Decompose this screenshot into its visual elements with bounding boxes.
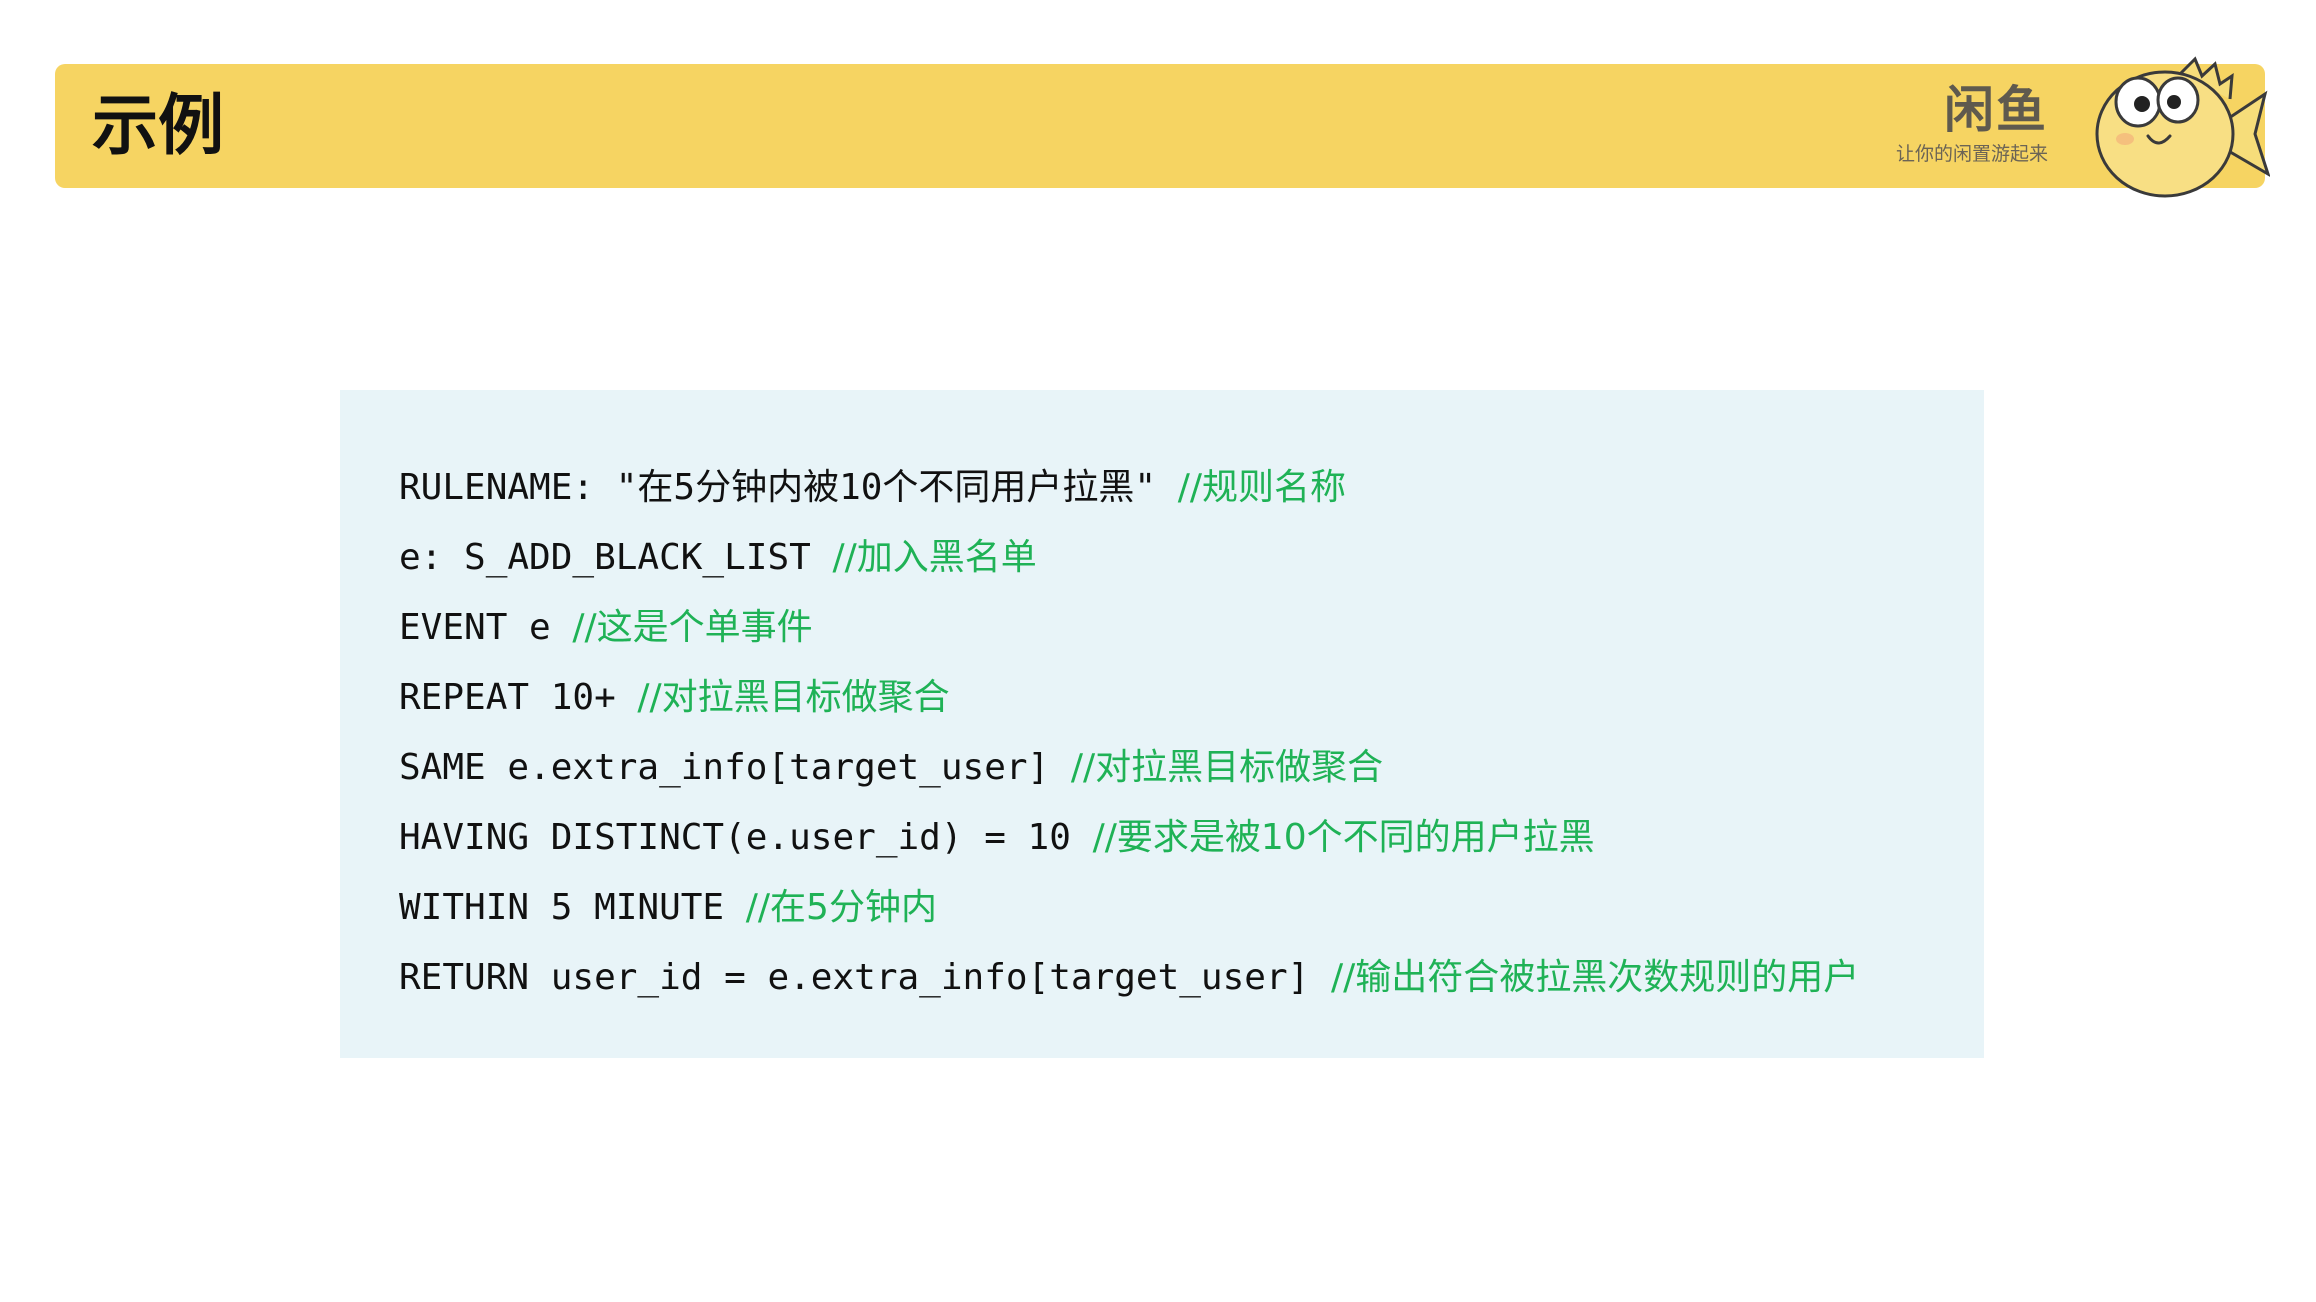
code-lines: RULENAME: "在5分钟内被10个不同用户拉黑" //规则名称 e: S_… — [399, 453, 1859, 1013]
code-comment: //对拉黑目标做聚合 — [1070, 747, 1384, 788]
code-comment: //要求是被10个不同的用户拉黑 — [1092, 817, 1595, 858]
code-line-return: RETURN user_id = e.extra_info[target_use… — [399, 943, 1859, 1013]
code-line-having: HAVING DISTINCT(e.user_id) = 10 //要求是被10… — [399, 803, 1859, 873]
code-line-rulename: RULENAME: "在5分钟内被10个不同用户拉黑" //规则名称 — [399, 453, 1859, 523]
code-text: REPEAT 10+ — [399, 677, 638, 718]
brand-slogan: 让你的闲置游起来 — [1895, 143, 2048, 165]
brand-logo: 闲鱼 让你的闲置游起来 — [1868, 80, 2048, 174]
code-comment: //规则名称 — [1177, 467, 1347, 508]
page-title: 示例 — [92, 87, 224, 164]
code-line-same: SAME e.extra_info[target_user] //对拉黑目标做聚… — [399, 733, 1859, 803]
code-comment: //输出符合被拉黑次数规则的用户 — [1330, 957, 1860, 998]
code-line-event-def: e: S_ADD_BLACK_LIST //加入黑名单 — [399, 523, 1859, 593]
code-line-within: WITHIN 5 MINUTE //在5分钟内 — [399, 873, 1859, 943]
code-text: SAME e.extra_info[target_user] — [399, 747, 1071, 788]
code-line-repeat: REPEAT 10+ //对拉黑目标做聚合 — [399, 663, 1859, 733]
code-text: RETURN user_id = e.extra_info[target_use… — [399, 957, 1331, 998]
code-text: EVENT e — [399, 607, 573, 648]
brand-name: 闲鱼 — [1944, 81, 2048, 139]
code-line-event: EVENT e //这是个单事件 — [399, 593, 1859, 663]
code-comment: //这是个单事件 — [572, 607, 813, 648]
code-comment: //在5分钟内 — [745, 887, 937, 928]
code-text: HAVING DISTINCT(e.user_id) = 10 — [399, 817, 1093, 858]
fish-mascot-icon — [2095, 56, 2270, 198]
code-text: RULENAME: "在5分钟内被10个不同用户拉黑" — [399, 467, 1178, 508]
code-text: e: S_ADD_BLACK_LIST — [399, 537, 833, 578]
code-comment: //加入黑名单 — [832, 537, 1037, 578]
code-comment: //对拉黑目标做聚合 — [637, 677, 950, 718]
code-text: WITHIN 5 MINUTE — [399, 887, 746, 928]
